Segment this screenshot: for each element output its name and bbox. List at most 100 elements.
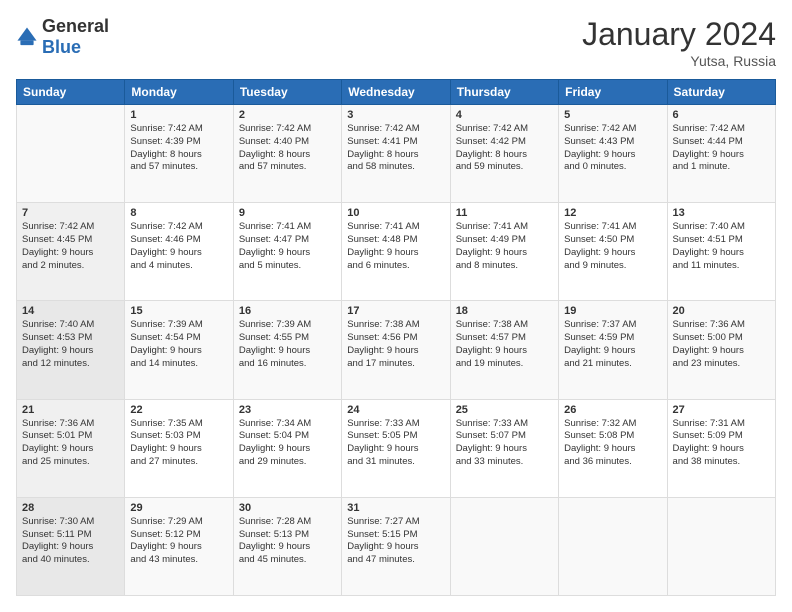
calendar-cell: 11Sunrise: 7:41 AMSunset: 4:49 PMDayligh… xyxy=(450,203,558,301)
day-info: Sunrise: 7:39 AMSunset: 4:54 PMDaylight:… xyxy=(130,319,227,370)
day-info: Sunrise: 7:29 AMSunset: 5:12 PMDaylight:… xyxy=(130,516,227,567)
calendar-cell: 2Sunrise: 7:42 AMSunset: 4:40 PMDaylight… xyxy=(233,105,341,203)
calendar-cell: 7 Sunrise: 7:42 AMSunset: 4:45 PMDaylight… xyxy=(17,203,125,301)
calendar-cell xyxy=(17,105,125,203)
day-number: 21 xyxy=(22,404,119,416)
day-header-friday: Friday xyxy=(559,80,667,105)
calendar-cell: 26 Sunrise: 7:32 AMSunset: 5:08 PMDayligh… xyxy=(559,399,667,497)
day-info: Sunrise: 7:42 AMSunset: 4:42 PMDaylight:… xyxy=(456,123,553,174)
day-info: Sunrise: 7:36 AMSunset: 5:01 PMDaylight:… xyxy=(22,418,119,469)
calendar-cell: 19Sunrise: 7:37 AMSunset: 4:59 PMDayligh… xyxy=(559,301,667,399)
calendar-cell xyxy=(667,497,775,595)
day-header-tuesday: Tuesday xyxy=(233,80,341,105)
day-info: Sunrise: 7:42 AMSunset: 4:41 PMDaylight:… xyxy=(347,123,444,174)
day-info: Sunrise: 7:33 AMSunset: 5:05 PMDaylight:… xyxy=(347,418,444,469)
day-info: Sunrise: 7:36 AMSunset: 5:00 PMDaylight:… xyxy=(673,319,770,370)
day-info: Sunrise: 7:38 AMSunset: 4:57 PMDaylight:… xyxy=(456,319,553,370)
day-info: Sunrise: 7:30 AMSunset: 5:11 PMDaylight:… xyxy=(22,516,119,567)
calendar-cell: 23 Sunrise: 7:34 AMSunset: 5:04 PMDayligh… xyxy=(233,399,341,497)
calendar-cell: 14 Sunrise: 7:40 AMSunset: 4:53 PMDayligh… xyxy=(17,301,125,399)
day-header-sunday: Sunday xyxy=(17,80,125,105)
day-header-thursday: Thursday xyxy=(450,80,558,105)
day-info: Sunrise: 7:35 AMSunset: 5:03 PMDaylight:… xyxy=(130,418,227,469)
day-number: 3 xyxy=(347,109,444,121)
day-info: Sunrise: 7:41 AMSunset: 4:50 PMDaylight:… xyxy=(564,221,661,272)
day-info: Sunrise: 7:32 AMSunset: 5:08 PMDaylight:… xyxy=(564,418,661,469)
calendar-header-row: SundayMondayTuesdayWednesdayThursdayFrid… xyxy=(17,80,776,105)
calendar-cell: 28 Sunrise: 7:30 AMSunset: 5:11 PMDayligh… xyxy=(17,497,125,595)
calendar-week-2: 7 Sunrise: 7:42 AMSunset: 4:45 PMDaylight… xyxy=(17,203,776,301)
day-number: 9 xyxy=(239,207,336,219)
day-number: 28 xyxy=(22,502,119,514)
calendar-cell: 15 Sunrise: 7:39 AMSunset: 4:54 PMDayligh… xyxy=(125,301,233,399)
day-info: Sunrise: 7:42 AMSunset: 4:39 PMDaylight:… xyxy=(130,123,227,174)
calendar-cell: 1 Sunrise: 7:42 AMSunset: 4:39 PMDaylight… xyxy=(125,105,233,203)
calendar-cell: 9 Sunrise: 7:41 AMSunset: 4:47 PMDaylight… xyxy=(233,203,341,301)
calendar-cell: 20 Sunrise: 7:36 AMSunset: 5:00 PMDayligh… xyxy=(667,301,775,399)
calendar-cell: 22 Sunrise: 7:35 AMSunset: 5:03 PMDayligh… xyxy=(125,399,233,497)
day-number: 4 xyxy=(456,109,553,121)
day-number: 1 xyxy=(130,109,227,121)
calendar-week-5: 28 Sunrise: 7:30 AMSunset: 5:11 PMDayligh… xyxy=(17,497,776,595)
header: General Blue January 2024 Yutsa, Russia xyxy=(16,16,776,69)
calendar-week-1: 1 Sunrise: 7:42 AMSunset: 4:39 PMDaylight… xyxy=(17,105,776,203)
calendar-cell: 12Sunrise: 7:41 AMSunset: 4:50 PMDayligh… xyxy=(559,203,667,301)
day-info: Sunrise: 7:28 AMSunset: 5:13 PMDaylight:… xyxy=(239,516,336,567)
calendar-cell: 5Sunrise: 7:42 AMSunset: 4:43 PMDaylight… xyxy=(559,105,667,203)
day-number: 15 xyxy=(130,305,227,317)
month-title: January 2024 xyxy=(582,16,776,53)
day-info: Sunrise: 7:27 AMSunset: 5:15 PMDaylight:… xyxy=(347,516,444,567)
calendar-cell: 18 Sunrise: 7:38 AMSunset: 4:57 PMDayligh… xyxy=(450,301,558,399)
day-info: Sunrise: 7:41 AMSunset: 4:47 PMDaylight:… xyxy=(239,221,336,272)
day-number: 14 xyxy=(22,305,119,317)
day-number: 24 xyxy=(347,404,444,416)
logo: General Blue xyxy=(16,16,109,58)
day-number: 20 xyxy=(673,305,770,317)
day-number: 2 xyxy=(239,109,336,121)
calendar: SundayMondayTuesdayWednesdayThursdayFrid… xyxy=(16,79,776,596)
day-info: Sunrise: 7:42 AMSunset: 4:44 PMDaylight:… xyxy=(673,123,770,174)
day-info: Sunrise: 7:40 AMSunset: 4:53 PMDaylight:… xyxy=(22,319,119,370)
calendar-cell: 13 Sunrise: 7:40 AMSunset: 4:51 PMDayligh… xyxy=(667,203,775,301)
calendar-cell: 29 Sunrise: 7:29 AMSunset: 5:12 PMDayligh… xyxy=(125,497,233,595)
day-info: Sunrise: 7:38 AMSunset: 4:56 PMDaylight:… xyxy=(347,319,444,370)
day-number: 18 xyxy=(456,305,553,317)
calendar-cell: 25Sunrise: 7:33 AMSunset: 5:07 PMDayligh… xyxy=(450,399,558,497)
day-number: 8 xyxy=(130,207,227,219)
day-number: 6 xyxy=(673,109,770,121)
day-number: 23 xyxy=(239,404,336,416)
general-blue-icon xyxy=(16,26,38,48)
day-number: 27 xyxy=(673,404,770,416)
location: Yutsa, Russia xyxy=(582,53,776,69)
day-number: 7 xyxy=(22,207,119,219)
calendar-cell xyxy=(559,497,667,595)
day-info: Sunrise: 7:39 AMSunset: 4:55 PMDaylight:… xyxy=(239,319,336,370)
calendar-cell: 27 Sunrise: 7:31 AMSunset: 5:09 PMDayligh… xyxy=(667,399,775,497)
day-info: Sunrise: 7:42 AMSunset: 4:45 PMDaylight:… xyxy=(22,221,119,272)
day-info: Sunrise: 7:42 AMSunset: 4:46 PMDaylight:… xyxy=(130,221,227,272)
day-info: Sunrise: 7:31 AMSunset: 5:09 PMDaylight:… xyxy=(673,418,770,469)
calendar-cell: 6 Sunrise: 7:42 AMSunset: 4:44 PMDaylight… xyxy=(667,105,775,203)
day-number: 29 xyxy=(130,502,227,514)
day-number: 22 xyxy=(130,404,227,416)
day-number: 16 xyxy=(239,305,336,317)
calendar-cell: 24 Sunrise: 7:33 AMSunset: 5:05 PMDayligh… xyxy=(342,399,450,497)
day-info: Sunrise: 7:41 AMSunset: 4:48 PMDaylight:… xyxy=(347,221,444,272)
day-info: Sunrise: 7:34 AMSunset: 5:04 PMDaylight:… xyxy=(239,418,336,469)
calendar-cell: 17Sunrise: 7:38 AMSunset: 4:56 PMDayligh… xyxy=(342,301,450,399)
day-number: 30 xyxy=(239,502,336,514)
calendar-cell: 4 Sunrise: 7:42 AMSunset: 4:42 PMDaylight… xyxy=(450,105,558,203)
calendar-cell: 3 Sunrise: 7:42 AMSunset: 4:41 PMDaylight… xyxy=(342,105,450,203)
day-header-wednesday: Wednesday xyxy=(342,80,450,105)
day-number: 26 xyxy=(564,404,661,416)
day-number: 25 xyxy=(456,404,553,416)
calendar-cell: 21 Sunrise: 7:36 AMSunset: 5:01 PMDayligh… xyxy=(17,399,125,497)
day-info: Sunrise: 7:40 AMSunset: 4:51 PMDaylight:… xyxy=(673,221,770,272)
calendar-week-4: 21 Sunrise: 7:36 AMSunset: 5:01 PMDayligh… xyxy=(17,399,776,497)
title-block: January 2024 Yutsa, Russia xyxy=(582,16,776,69)
day-info: Sunrise: 7:42 AMSunset: 4:43 PMDaylight:… xyxy=(564,123,661,174)
calendar-week-3: 14 Sunrise: 7:40 AMSunset: 4:53 PMDayligh… xyxy=(17,301,776,399)
page: General Blue January 2024 Yutsa, Russia … xyxy=(0,0,792,612)
day-number: 13 xyxy=(673,207,770,219)
day-number: 19 xyxy=(564,305,661,317)
